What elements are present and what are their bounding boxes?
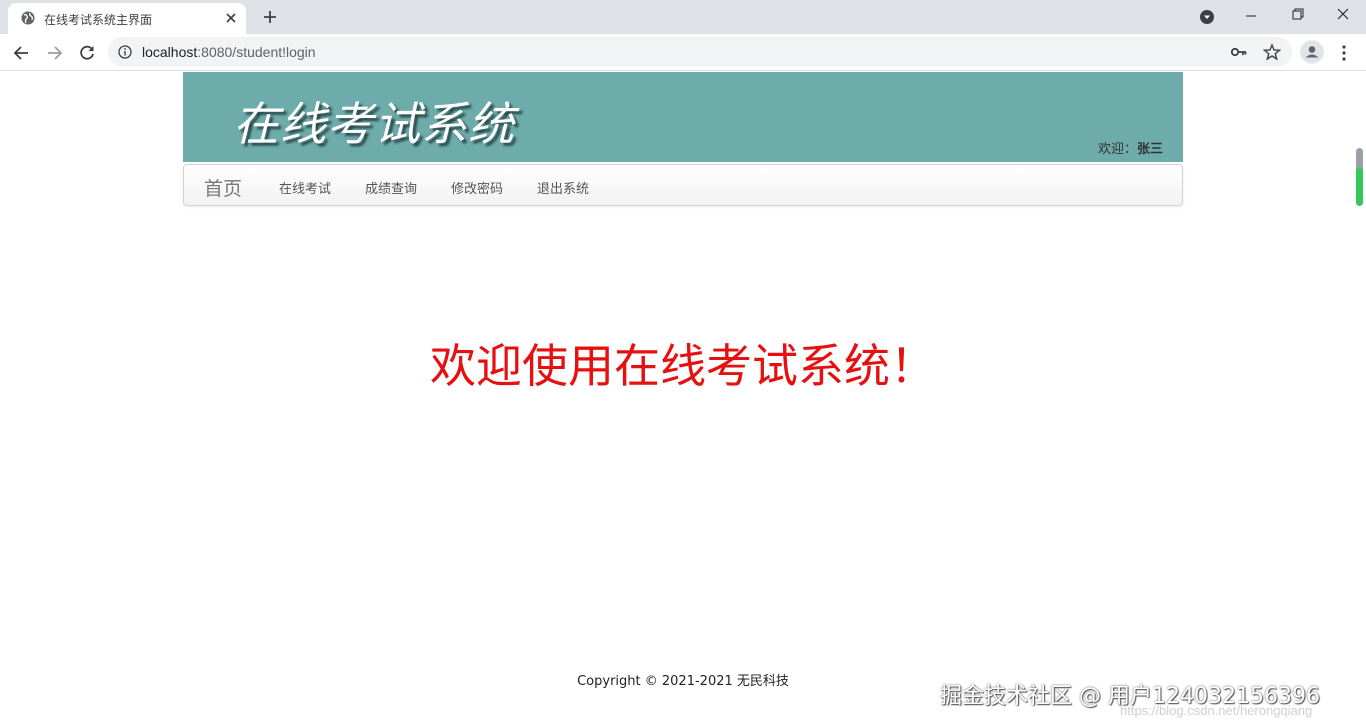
minimize-icon[interactable] xyxy=(1228,0,1274,30)
scroll-indicator xyxy=(1356,148,1363,206)
info-icon[interactable] xyxy=(118,45,132,59)
address-bar[interactable]: localhost:8080/student!login xyxy=(108,37,1292,67)
globe-icon xyxy=(21,11,35,25)
menu-icon[interactable] xyxy=(1336,43,1352,63)
star-icon[interactable] xyxy=(1263,43,1281,61)
browser-tab[interactable]: 在线考试系统主界面 xyxy=(8,3,246,34)
site-header: 在线考试系统 欢迎：张三 xyxy=(183,72,1183,162)
close-window-icon[interactable] xyxy=(1320,0,1366,30)
reload-icon[interactable] xyxy=(77,43,97,63)
welcome-banner: 欢迎使用在线考试系统！ xyxy=(430,339,936,393)
site-title: 在线考试系统 xyxy=(233,97,515,151)
plus-icon[interactable] xyxy=(262,9,278,25)
browser-tabstrip: 在线考试系统主界面 xyxy=(0,0,1366,34)
welcome-text: 欢迎：张三 xyxy=(1097,142,1163,157)
key-icon[interactable] xyxy=(1230,44,1248,60)
watermark-text: 掘金技术社区 @ 用户124032156396 xyxy=(940,684,1320,709)
tab-title: 在线考试系统主界面 xyxy=(44,13,153,27)
username: 张三 xyxy=(1136,142,1163,157)
main-navbar: 首页 在线考试 成绩查询 修改密码 退出系统 xyxy=(183,164,1183,206)
url-text[interactable]: localhost:8080/student!login xyxy=(142,44,316,60)
tab-search-icon[interactable] xyxy=(1199,9,1215,25)
profile-icon[interactable] xyxy=(1300,40,1324,64)
nav-item-logout[interactable]: 退出系统 xyxy=(537,178,589,197)
nav-item-score-query[interactable]: 成绩查询 xyxy=(365,178,417,197)
nav-brand-home[interactable]: 首页 xyxy=(204,174,242,201)
back-icon[interactable] xyxy=(12,43,32,63)
forward-icon[interactable] xyxy=(44,43,64,63)
close-icon[interactable] xyxy=(224,11,238,25)
nav-item-change-password[interactable]: 修改密码 xyxy=(451,178,503,197)
restore-icon[interactable] xyxy=(1274,0,1320,30)
browser-toolbar: localhost:8080/student!login xyxy=(0,34,1366,71)
nav-item-online-exam[interactable]: 在线考试 xyxy=(279,178,331,197)
